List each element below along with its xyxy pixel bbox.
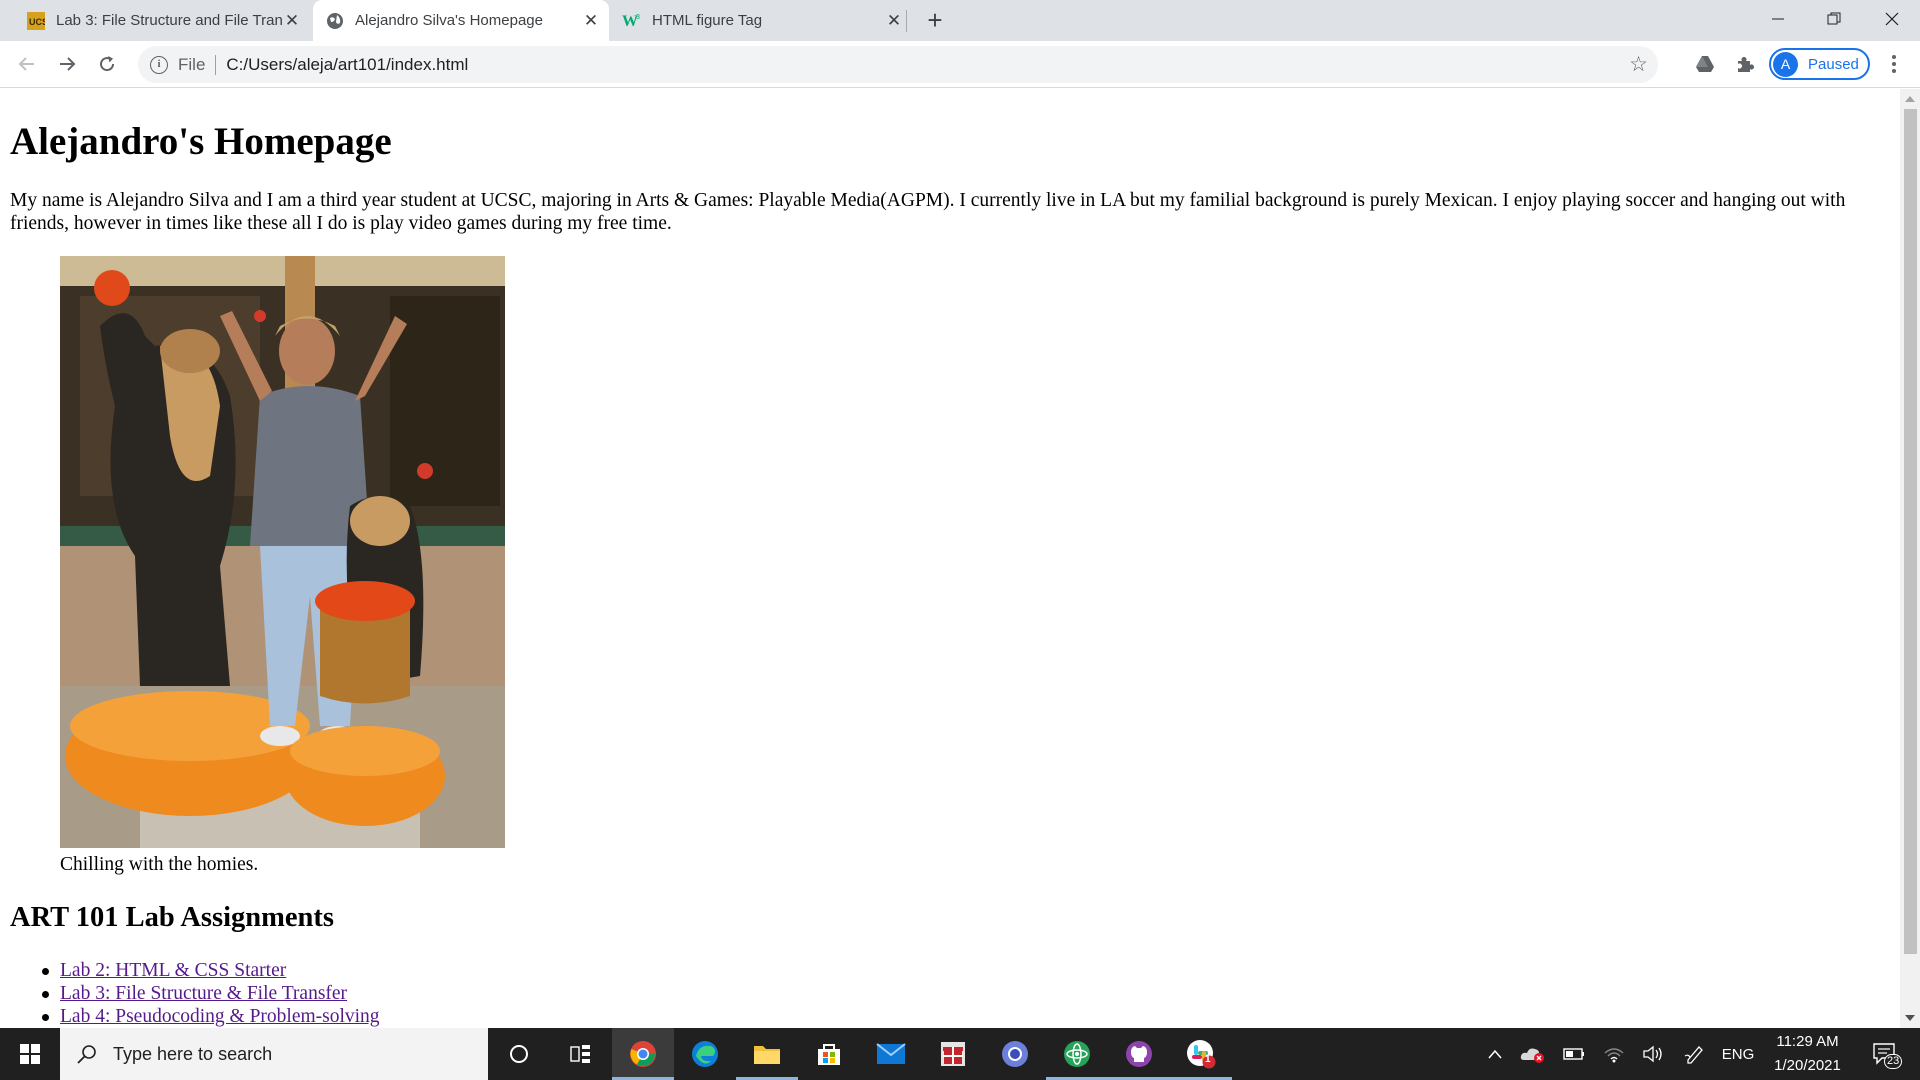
page-title: Alejandro's Homepage bbox=[10, 120, 392, 163]
show-hidden-icons-chevron-up-icon[interactable] bbox=[1478, 1028, 1512, 1080]
clock-date: 1/20/2021 bbox=[1774, 1057, 1841, 1074]
profile-button[interactable]: A Paused bbox=[1769, 48, 1870, 80]
github-desktop-icon[interactable] bbox=[1108, 1028, 1170, 1080]
browser-toolbar: i File C:/Users/aleja/art101/index.html … bbox=[0, 41, 1920, 88]
intro-paragraph: My name is Alejandro Silva and I am a th… bbox=[10, 190, 1846, 234]
svg-text:UCS: UCS bbox=[29, 17, 45, 27]
chrome-menu-icon[interactable] bbox=[1880, 47, 1908, 81]
list-item: Lab 2: HTML & CSS Starter bbox=[42, 959, 380, 982]
atom-app-icon[interactable] bbox=[1046, 1028, 1108, 1080]
minimize-button[interactable] bbox=[1750, 0, 1806, 38]
bookmark-star-icon[interactable]: ☆ bbox=[1629, 52, 1648, 77]
lab3-link[interactable]: Lab 3: File Structure & File Transfer bbox=[60, 983, 347, 1004]
tab-title: Lab 3: File Structure and File Tran bbox=[56, 12, 282, 29]
lab4-link[interactable]: Lab 4: Pseudocoding & Problem-solving bbox=[60, 1006, 380, 1027]
slack-icon[interactable]: 1 bbox=[1170, 1028, 1232, 1080]
pen-workspace-icon[interactable] bbox=[1676, 1028, 1712, 1080]
address-bar[interactable]: i File C:/Users/aleja/art101/index.html … bbox=[138, 46, 1658, 83]
tab-homepage[interactable]: Alejandro Silva's Homepage ✕ bbox=[313, 0, 609, 41]
extensions-puzzle-icon[interactable] bbox=[1728, 47, 1762, 81]
google-drive-icon[interactable] bbox=[1688, 47, 1722, 81]
input-language[interactable]: ENG bbox=[1716, 1028, 1760, 1080]
address-scheme: File bbox=[178, 54, 206, 74]
scroll-up-arrow-icon[interactable] bbox=[1905, 96, 1915, 102]
back-button[interactable] bbox=[10, 47, 44, 81]
search-icon bbox=[77, 1044, 97, 1064]
gift-app-icon[interactable] bbox=[922, 1028, 984, 1080]
avatar: A bbox=[1773, 51, 1798, 77]
close-tab-icon[interactable]: ✕ bbox=[282, 11, 302, 31]
reload-button[interactable] bbox=[90, 47, 124, 81]
profile-photo bbox=[60, 256, 505, 848]
ucsc-favicon-icon: UCS bbox=[26, 11, 46, 31]
forward-button[interactable] bbox=[50, 47, 84, 81]
tab-lab3[interactable]: UCS Lab 3: File Structure and File Tran … bbox=[20, 0, 302, 41]
address-divider bbox=[215, 54, 217, 75]
close-window-button[interactable] bbox=[1864, 0, 1920, 38]
labs-list: Lab 2: HTML & CSS Starter Lab 3: File St… bbox=[42, 959, 380, 1028]
start-button[interactable] bbox=[0, 1028, 60, 1080]
battery-icon[interactable] bbox=[1556, 1028, 1592, 1080]
profile-status: Paused bbox=[1808, 55, 1859, 73]
new-tab-button[interactable]: + bbox=[922, 7, 948, 34]
windows-taskbar: Type here to search 1 ENG 11:29 AM 1/20/… bbox=[0, 1028, 1920, 1080]
taskbar-clock[interactable]: 11:29 AM 1/20/2021 bbox=[1760, 1028, 1855, 1080]
tab-separator bbox=[906, 10, 907, 32]
close-tab-icon[interactable]: ✕ bbox=[884, 11, 904, 31]
tab-html-figure[interactable]: W3 HTML figure Tag ✕ bbox=[620, 0, 904, 41]
notification-center-icon[interactable]: 23 bbox=[1862, 1028, 1908, 1080]
address-url[interactable]: C:/Users/aleja/art101/index.html bbox=[226, 55, 468, 75]
volume-icon[interactable] bbox=[1636, 1028, 1672, 1080]
task-view-icon[interactable] bbox=[550, 1028, 612, 1080]
onedrive-error-icon[interactable] bbox=[1514, 1028, 1552, 1080]
tab-strip: UCS Lab 3: File Structure and File Tran … bbox=[0, 0, 1920, 41]
taskbar-search[interactable]: Type here to search bbox=[60, 1028, 488, 1080]
windows-logo-icon bbox=[20, 1044, 40, 1064]
clock-time: 11:29 AM bbox=[1776, 1033, 1839, 1050]
tab-title: Alejandro Silva's Homepage bbox=[355, 12, 543, 29]
list-item: Lab 3: File Structure & File Transfer bbox=[42, 982, 380, 1005]
edge-taskbar-icon[interactable] bbox=[674, 1028, 736, 1080]
scroll-down-arrow-icon[interactable] bbox=[1905, 1015, 1915, 1021]
restore-button[interactable] bbox=[1806, 0, 1862, 38]
wifi-icon[interactable] bbox=[1596, 1028, 1632, 1080]
microsoft-store-icon[interactable] bbox=[798, 1028, 860, 1080]
cortana-icon[interactable] bbox=[488, 1028, 550, 1080]
list-item: Lab 4: Pseudocoding & Problem-solving bbox=[42, 1005, 380, 1028]
chrome-taskbar-icon[interactable] bbox=[612, 1028, 674, 1080]
file-explorer-icon[interactable] bbox=[736, 1028, 798, 1080]
labs-heading: ART 101 Lab Assignments bbox=[10, 902, 334, 933]
svg-text:3: 3 bbox=[636, 14, 640, 21]
vertical-scrollbar[interactable] bbox=[1900, 89, 1920, 1028]
globe-icon bbox=[325, 11, 345, 31]
slack-badge: 1 bbox=[1205, 1054, 1211, 1065]
tab-title: HTML figure Tag bbox=[652, 12, 763, 29]
chrome-secondary-icon[interactable] bbox=[984, 1028, 1046, 1080]
site-info-icon[interactable]: i bbox=[150, 55, 168, 74]
notification-count-badge: 23 bbox=[1884, 1054, 1903, 1069]
page-viewport: Alejandro's Homepage My name is Alejandr… bbox=[0, 89, 1900, 1028]
close-tab-icon[interactable]: ✕ bbox=[581, 11, 601, 31]
w3schools-favicon-icon: W3 bbox=[622, 11, 642, 31]
scrollbar-thumb[interactable] bbox=[1904, 109, 1917, 954]
mail-icon[interactable] bbox=[860, 1028, 922, 1080]
lab2-link[interactable]: Lab 2: HTML & CSS Starter bbox=[60, 960, 286, 981]
figure-caption: Chilling with the homies. bbox=[60, 854, 259, 875]
search-placeholder: Type here to search bbox=[113, 1043, 273, 1064]
